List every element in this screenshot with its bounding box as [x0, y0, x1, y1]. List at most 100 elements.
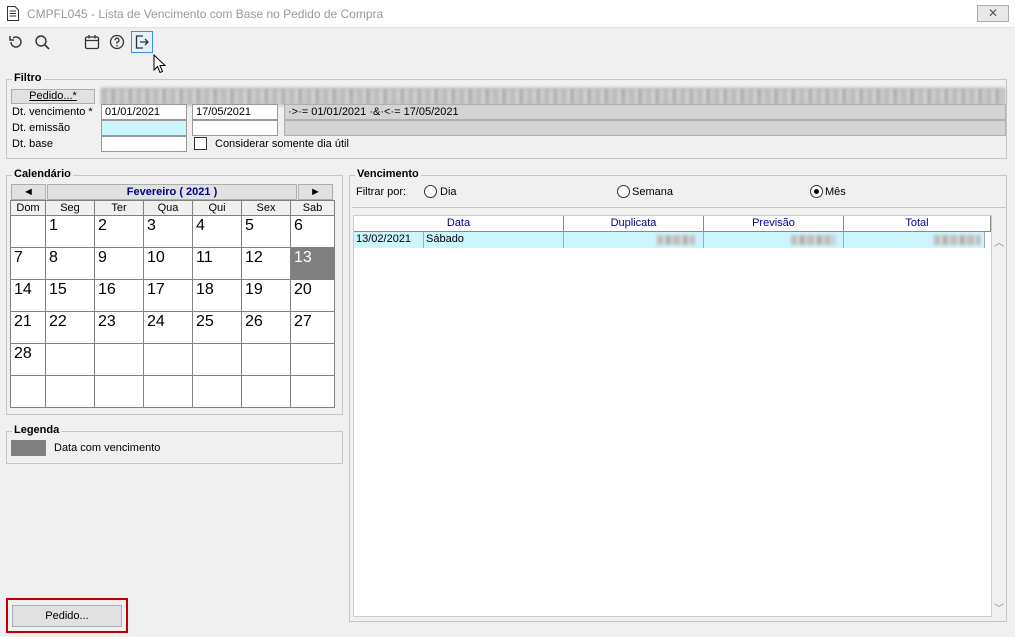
calendar-day[interactable]: 2	[94, 215, 144, 248]
exit-icon	[135, 35, 149, 49]
calendar-day[interactable]: 27	[290, 311, 335, 344]
calendar-empty-cell	[290, 375, 335, 408]
refresh-button[interactable]	[5, 31, 27, 53]
filter-divider	[352, 207, 1006, 208]
calendar-day[interactable]: 10	[143, 247, 193, 280]
filtro-title: Filtro	[12, 72, 44, 84]
calendar-empty-cell	[143, 375, 193, 408]
pedido-filter-button[interactable]: Pedido...*	[11, 89, 95, 104]
weekday-header: Dom	[10, 200, 46, 216]
dia-util-checkbox[interactable]	[194, 137, 207, 150]
calendar-day[interactable]: 22	[45, 311, 95, 344]
calendar-grid: Dom Seg Ter Qua Qui Sex Sab 1 2 3 4 5 6 7 8 9 10 1…	[10, 200, 335, 408]
calendar-day[interactable]: 9	[94, 247, 144, 280]
refresh-icon	[9, 36, 22, 48]
column-header-duplicata[interactable]: Duplicata	[564, 216, 704, 232]
calendar-day[interactable]: 19	[241, 279, 291, 312]
dt-emissao-to-input[interactable]	[192, 120, 278, 136]
scroll-down-icon[interactable]: ﹀	[994, 600, 1004, 615]
calendar-day[interactable]: 26	[241, 311, 291, 344]
dt-vencimento-expression: ·>·= 01/01/2021 ·&·<·= 17/05/2021	[284, 104, 1006, 120]
calendar-day[interactable]: 15	[45, 279, 95, 312]
calendar-day[interactable]: 21	[10, 311, 46, 344]
calendar-empty-cell	[94, 375, 144, 408]
column-header-total[interactable]: Total	[844, 216, 991, 232]
legend-label: Data com vencimento	[54, 442, 161, 454]
search-button[interactable]	[31, 31, 53, 53]
row-date-cell: 13/02/2021	[354, 232, 424, 248]
prev-month-button[interactable]: ◄	[11, 184, 46, 200]
redacted-value	[934, 235, 980, 245]
next-month-button[interactable]: ►	[298, 184, 333, 200]
calendar-day[interactable]: 3	[143, 215, 193, 248]
close-button[interactable]: ✕	[977, 5, 1009, 22]
calendar-day[interactable]: 16	[94, 279, 144, 312]
column-header-data[interactable]: Data	[354, 216, 564, 232]
dt-vencimento-from-input[interactable]: 01/01/2021	[101, 104, 187, 120]
calendar-week-row: 123456	[10, 215, 335, 248]
calendar-day[interactable]: 23	[94, 311, 144, 344]
calendar-empty-cell	[290, 343, 335, 376]
dt-emissao-expression	[284, 120, 1006, 136]
help-button[interactable]	[106, 31, 128, 53]
calendar-day[interactable]: 17	[143, 279, 193, 312]
filter-dia-radio[interactable]	[424, 185, 437, 198]
calendar-day[interactable]: 14	[10, 279, 46, 312]
mouse-pointer-icon	[153, 54, 167, 74]
calendar-icon	[84, 35, 100, 50]
calendar-empty-cell	[143, 343, 193, 376]
calendar-day[interactable]: 18	[192, 279, 242, 312]
calendar-empty-cell	[45, 343, 95, 376]
vertical-scrollbar[interactable]: ︿ ﹀	[992, 232, 1006, 617]
calendar-day[interactable]: 13	[290, 247, 335, 280]
redacted-value	[791, 235, 835, 245]
row-duplicata-cell	[564, 232, 704, 248]
legend-swatch	[11, 440, 46, 456]
weekday-header: Ter	[94, 200, 144, 216]
calendar-day[interactable]: 4	[192, 215, 242, 248]
calendar-empty-cell	[241, 343, 291, 376]
calendar-week-row: 28	[10, 343, 335, 376]
calendar-day[interactable]: 20	[290, 279, 335, 312]
calendar-day[interactable]: 6	[290, 215, 335, 248]
calendar-day[interactable]: 24	[143, 311, 193, 344]
filter-semana-radio[interactable]	[617, 185, 630, 198]
dt-vencimento-to-input[interactable]: 17/05/2021	[192, 104, 278, 120]
calendar-day[interactable]: 11	[192, 247, 242, 280]
calendar-day[interactable]: 12	[241, 247, 291, 280]
dt-emissao-from-input[interactable]	[101, 120, 187, 136]
calendar-day[interactable]: 1	[45, 215, 95, 248]
vencimento-grid[interactable]: Data Duplicata Previsão Total 13/02/2021…	[353, 215, 992, 617]
exit-button[interactable]	[131, 31, 153, 53]
help-icon	[109, 34, 125, 50]
search-icon	[35, 35, 50, 50]
focus-highlight	[6, 598, 128, 633]
dia-util-label: Considerar somente dia útil	[215, 138, 349, 150]
row-total-cell	[844, 232, 985, 248]
column-header-previsao[interactable]: Previsão	[704, 216, 844, 232]
scroll-up-icon[interactable]: ︿	[994, 234, 1004, 249]
weekday-header: Seg	[45, 200, 95, 216]
title-bar: CMPFL045 - Lista de Vencimento com Base …	[0, 0, 1015, 28]
dt-base-input[interactable]	[101, 136, 187, 152]
calendar-day[interactable]: 5	[241, 215, 291, 248]
calendar-day[interactable]: 8	[45, 247, 95, 280]
row-previsao-cell	[704, 232, 844, 248]
filter-mes-label: Mês	[825, 186, 846, 198]
calendar-day[interactable]: 25	[192, 311, 242, 344]
dt-base-label: Dt. base	[12, 138, 53, 150]
document-icon	[7, 6, 19, 21]
weekday-header: Sab	[290, 200, 335, 216]
weekday-header: Qui	[192, 200, 242, 216]
vencimento-title: Vencimento	[355, 168, 421, 180]
calendar-week-row: 7 8 9 10 11 12 13	[10, 247, 335, 280]
legenda-title: Legenda	[12, 424, 62, 436]
calendar-empty-cell	[45, 375, 95, 408]
calendar-day[interactable]: 7	[10, 247, 46, 280]
toolbar	[0, 28, 1015, 56]
calendar-day[interactable]: 28	[10, 343, 46, 376]
calendar-button[interactable]	[81, 31, 103, 53]
filter-mes-radio[interactable]	[810, 185, 823, 198]
calendar-week-row: 14 15 16 17 18 19 20	[10, 279, 335, 312]
calendar-empty-cell	[192, 375, 242, 408]
